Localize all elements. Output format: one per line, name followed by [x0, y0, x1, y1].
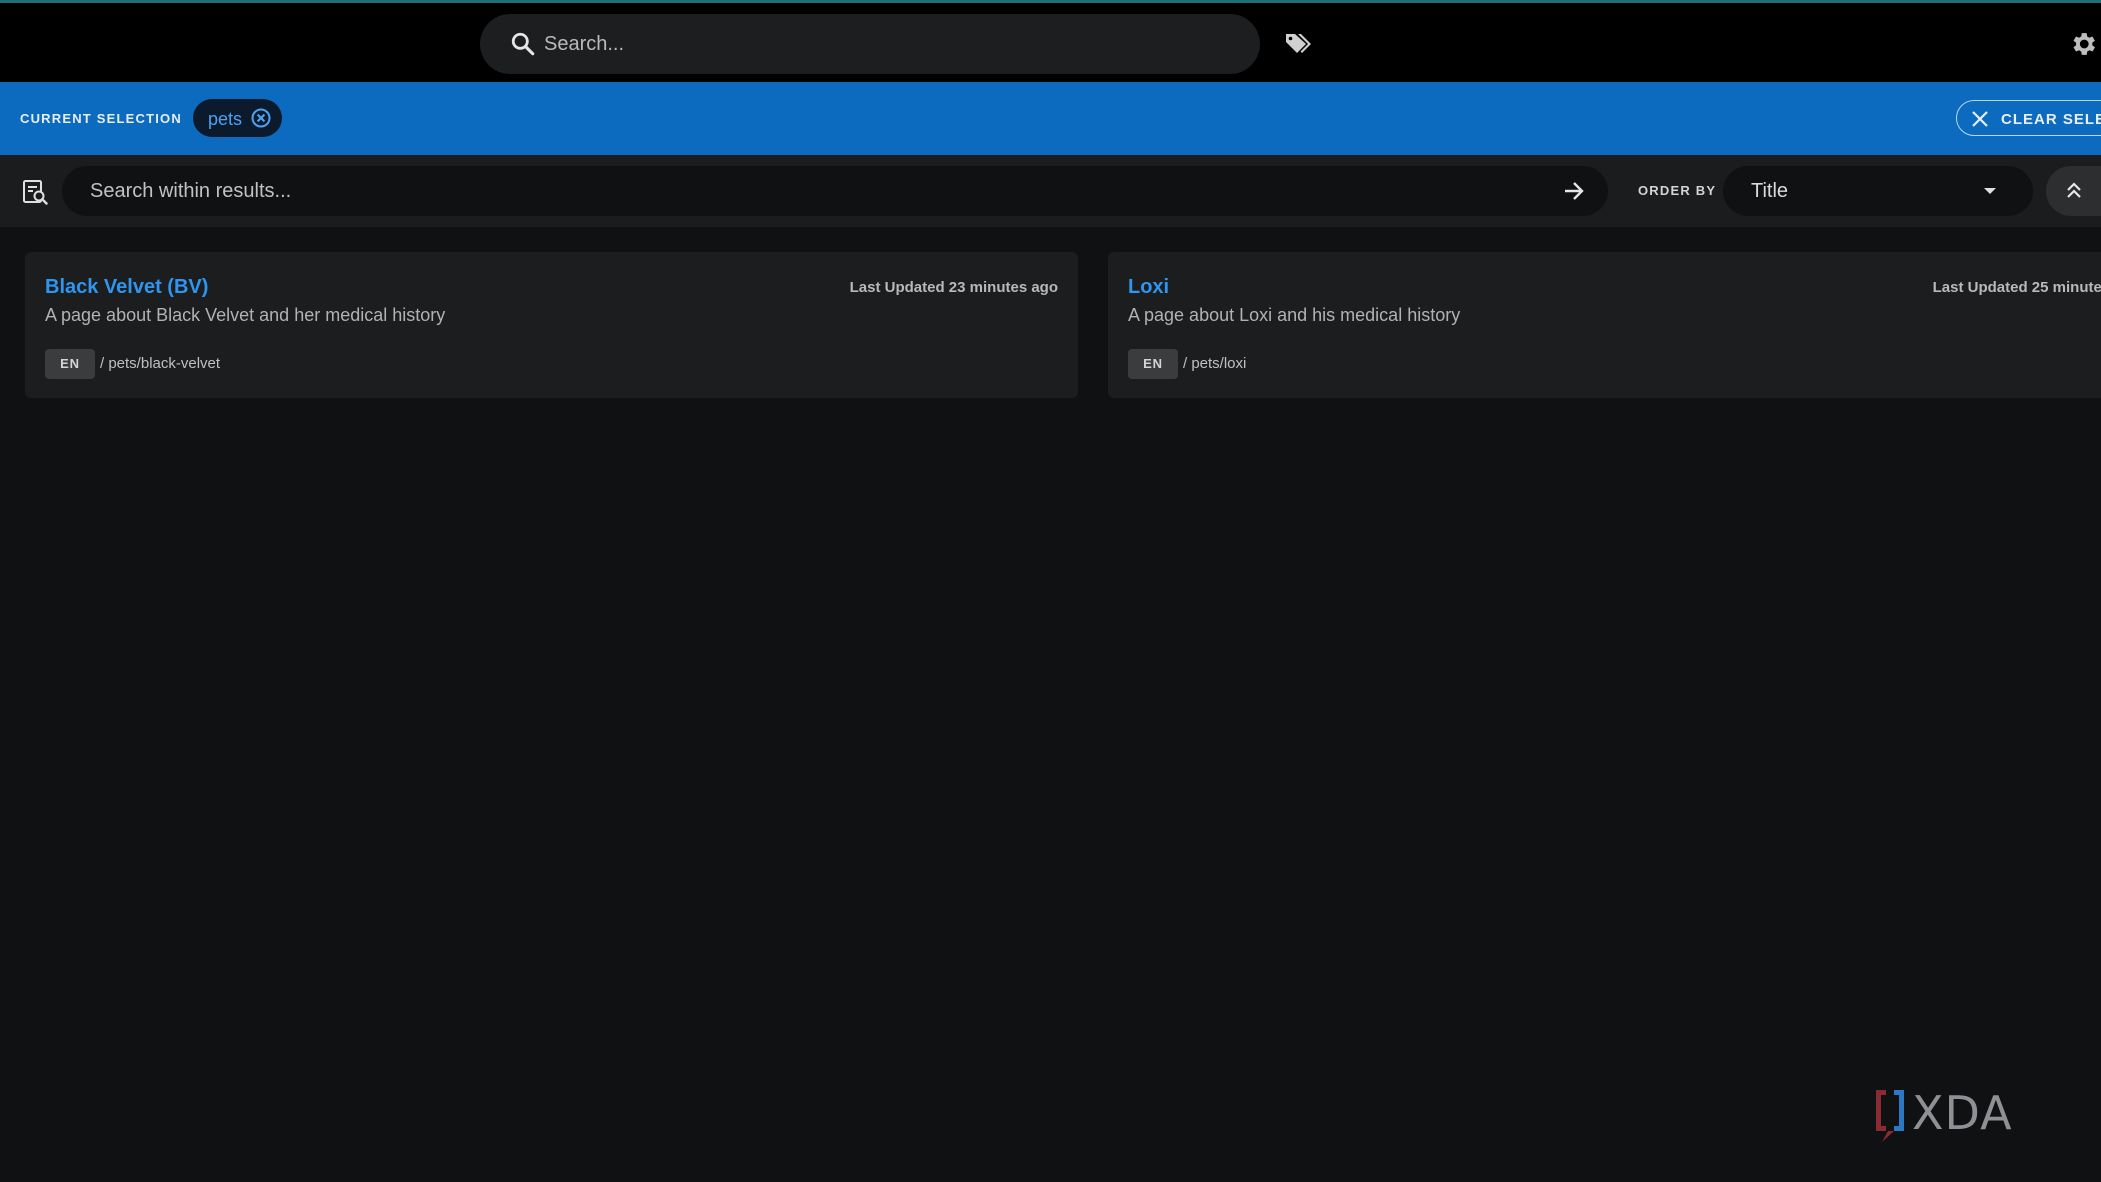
top-bar — [0, 0, 2101, 82]
tag-chip-pets[interactable]: pets — [193, 99, 282, 137]
filter-bar: ORDER BY Title — [0, 155, 2101, 227]
selection-bar: CURRENT SELECTION pets CLEAR SELECTION — [0, 82, 2101, 155]
result-title[interactable]: Loxi — [1128, 276, 1169, 299]
result-updated: Last Updated 23 minutes ago — [849, 279, 1058, 296]
locale-badge: EN — [1128, 349, 1178, 379]
xda-wordmark: XDA — [1912, 1086, 2013, 1140]
xda-logo: XDA — [1876, 1086, 2013, 1142]
result-title[interactable]: Black Velvet (BV) — [45, 276, 208, 299]
results-search-box[interactable] — [62, 166, 1608, 216]
tag-chip-label: pets — [208, 109, 243, 129]
result-description: A page about Black Velvet and her medica… — [45, 305, 446, 325]
results-search-input[interactable] — [90, 166, 1530, 216]
arrow-right-icon[interactable] — [1562, 179, 1586, 203]
close-icon — [1972, 111, 1988, 127]
tags-icon[interactable] — [1284, 31, 1312, 55]
locale-badge: EN — [45, 349, 95, 379]
order-by-label: ORDER BY — [1638, 183, 1717, 198]
caret-down-icon — [1984, 188, 1996, 194]
sort-direction-button[interactable] — [2046, 166, 2101, 216]
global-search-box[interactable] — [480, 14, 1260, 74]
search-results-icon[interactable] — [22, 179, 48, 205]
current-selection-label: CURRENT SELECTION — [20, 111, 182, 126]
result-path: / pets/black-velvet — [100, 355, 221, 372]
chevron-double-up-icon — [2067, 182, 2081, 198]
result-updated: Last Updated 25 minutes ago — [1932, 279, 2101, 296]
remove-tag-icon[interactable] — [251, 108, 271, 128]
result-card[interactable]: Black Velvet (BV) Last Updated 23 minute… — [25, 252, 1078, 398]
result-path: / pets/loxi — [1183, 355, 1247, 372]
result-card[interactable]: Loxi Last Updated 25 minutes ago A page … — [1108, 252, 2101, 398]
order-by-select[interactable]: Title — [1723, 166, 2033, 216]
clear-selection-label: CLEAR SELECTION — [2001, 111, 2101, 128]
result-description: A page about Loxi and his medical histor… — [1128, 305, 1461, 325]
clear-selection-button[interactable]: CLEAR SELECTION — [1956, 100, 2101, 136]
global-search-input[interactable] — [544, 14, 1234, 74]
search-icon — [511, 32, 535, 56]
order-by-value: Title — [1751, 180, 1789, 202]
gear-icon[interactable] — [2068, 29, 2098, 59]
